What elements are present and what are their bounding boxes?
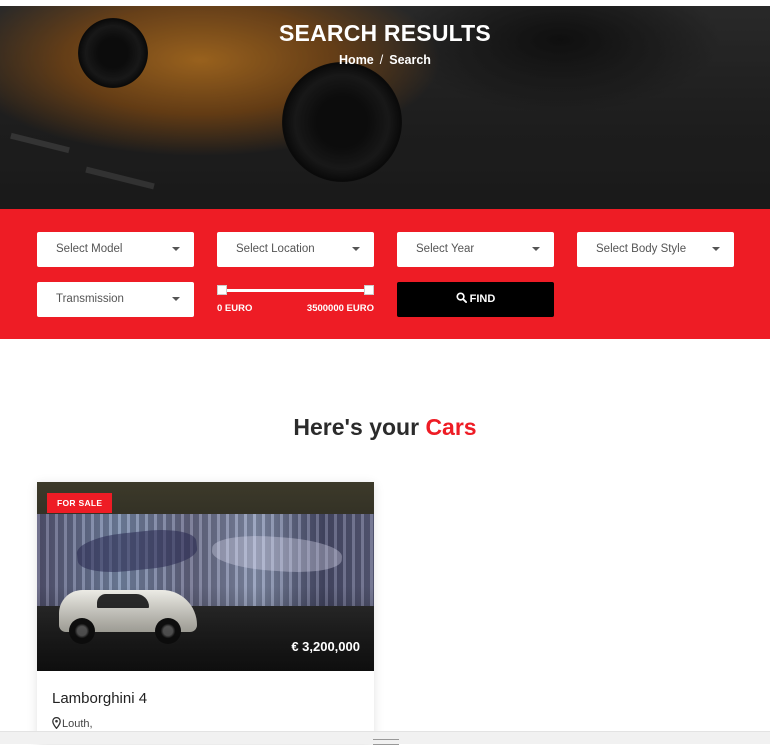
results-heading: Here's your Cars: [0, 414, 770, 441]
location-select-label: Select Location: [236, 243, 315, 255]
car-title-link[interactable]: Lamborghini 4: [52, 690, 147, 707]
breadcrumb-separator: /: [379, 53, 384, 67]
car-image[interactable]: FOR SALE € 3,200,000: [37, 482, 374, 671]
price-range-max-label: 3500000 EURO: [306, 303, 374, 314]
body-style-select[interactable]: Select Body Style: [577, 232, 734, 267]
price-range-slider[interactable]: 0 EURO 3500000 EURO: [217, 283, 374, 314]
caret-down-icon: [172, 247, 180, 251]
transmission-select[interactable]: Transmission: [37, 282, 194, 317]
car-location: Louth,: [52, 716, 93, 730]
results-heading-accent: Cars: [425, 414, 477, 440]
price-range-track: [221, 289, 370, 292]
car-card[interactable]: FOR SALE € 3,200,000 Lamborghini 4 Louth…: [37, 482, 374, 744]
search-icon: [456, 292, 467, 303]
map-marker-icon: [52, 716, 61, 730]
find-button-label: FIND: [469, 293, 496, 305]
bottom-scroll-bar[interactable]: [0, 731, 770, 745]
results-heading-prefix: Here's your: [293, 414, 420, 440]
breadcrumb: Home / Search: [0, 53, 770, 67]
caret-down-icon: [352, 247, 360, 251]
caret-down-icon: [172, 297, 180, 301]
top-strip: [0, 0, 770, 6]
price-range-min-handle[interactable]: [217, 285, 227, 295]
breadcrumb-current: Search: [389, 53, 431, 67]
location-select[interactable]: Select Location: [217, 232, 374, 267]
year-select[interactable]: Select Year: [397, 232, 554, 267]
breadcrumb-home-link[interactable]: Home: [339, 53, 374, 67]
grip-handle-icon[interactable]: [373, 739, 399, 745]
price-range-min-label: 0 EURO: [217, 303, 253, 314]
car-location-text: Louth,: [62, 718, 93, 730]
caret-down-icon: [712, 247, 720, 251]
transmission-select-label: Transmission: [56, 293, 124, 305]
find-button[interactable]: FIND: [397, 282, 554, 317]
status-badge: FOR SALE: [47, 493, 113, 513]
caret-down-icon: [532, 247, 540, 251]
price-range-max-handle[interactable]: [364, 285, 374, 295]
car-price: € 3,200,000: [291, 639, 360, 654]
model-select[interactable]: Select Model: [37, 232, 194, 267]
search-filter-panel: Select Model Select Location Select Year…: [0, 209, 770, 339]
page-title: SEARCH RESULTS: [279, 20, 491, 46]
model-select-label: Select Model: [56, 243, 123, 255]
year-select-label: Select Year: [416, 243, 475, 255]
body-style-select-label: Select Body Style: [596, 243, 687, 255]
hero-banner: SEARCH RESULTS Home / Search: [0, 0, 770, 209]
